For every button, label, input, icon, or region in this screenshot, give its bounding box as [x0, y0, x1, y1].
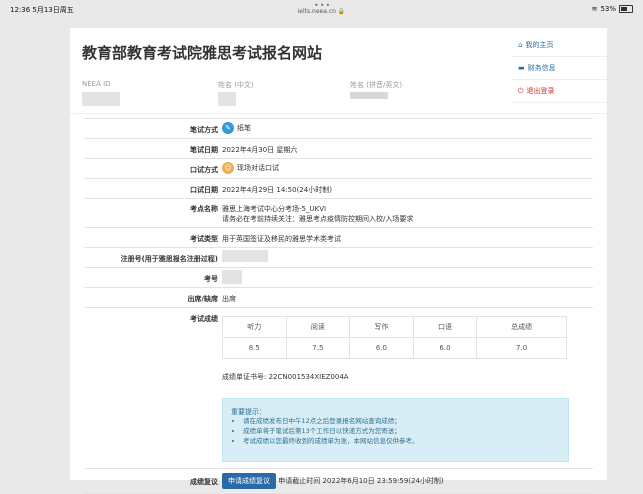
row-test-type: 考试类型 用于英国签证及移民的雅思学术类考试 — [84, 228, 593, 248]
written-mode-label: 笔试方式 — [190, 126, 218, 134]
logout-link[interactable]: ⏻ 退出登录 — [511, 80, 607, 103]
row-candidate-no: 考号 — [84, 268, 593, 288]
test-type-label: 考试类型 — [190, 235, 218, 243]
header: 教育部教育考试院雅思考试报名网站 NEEA ID 姓名 (中文) 姓名 (拼音/… — [70, 28, 607, 114]
score-header: 总成绩 — [476, 316, 567, 338]
name-en-label: 姓名 (拼音/英文) — [350, 81, 403, 89]
speaking-date-label: 口试日期 — [190, 186, 218, 194]
score-header-row: 听力 阅读 写作 口语 总成绩 — [222, 316, 567, 338]
battery-icon — [619, 5, 633, 13]
page-title: 教育部教育考试院雅思考试报名网站 — [82, 44, 323, 62]
written-date-label: 笔试日期 — [190, 146, 218, 154]
my-home-link[interactable]: ⌂ 我的主页 — [511, 34, 607, 57]
score-value: 6.0 — [412, 337, 478, 359]
row-results: 考试成绩 听力 阅读 写作 口语 总成绩 8.5 7.5 6.0 6.0 7.0… — [84, 308, 593, 469]
review-deadline: 申请截止时间 2022年6月10日 23:59:59(24小时制) — [278, 477, 444, 485]
candidate-no-label: 考号 — [204, 275, 218, 283]
score-header: 阅读 — [285, 316, 351, 338]
score-value: 6.0 — [349, 337, 414, 359]
written-mode-value: ✎ 纸笔 — [222, 122, 251, 134]
row-written-date: 笔试日期 2022年4月30日 星期六 — [84, 139, 593, 159]
attendance-label: 出席/缺席 — [187, 295, 218, 303]
logout-label: 退出登录 — [526, 87, 555, 95]
status-bar: 12:36 5月13日周五 ••• ielts.neea.cn 🔒 ≋ 53% — [0, 0, 643, 18]
name-cn-redacted — [218, 92, 236, 106]
name-en-redacted — [350, 92, 388, 99]
notice-list: 请在成绩发布日中午12点之后登录报名网站查询成绩； 成绩单将于笔试后第13个工作… — [231, 416, 419, 446]
row-venue: 考点名称 雅思上海考试中心分考场-5_UKVI 请务必在考前持续关注：雅思考点疫… — [84, 199, 593, 228]
results-label: 考试成绩 — [190, 315, 218, 323]
score-header: 口语 — [412, 316, 478, 338]
finance-link[interactable]: ▬ 财务信息 — [511, 57, 607, 80]
page: 教育部教育考试院雅思考试报名网站 NEEA ID 姓名 (中文) 姓名 (拼音/… — [70, 28, 607, 494]
score-header: 听力 — [222, 316, 287, 338]
finance-label: 财务信息 — [527, 64, 556, 72]
certificate-number: 成绩单证书号: 22CN001534XIEZ004A — [222, 373, 349, 381]
score-value: 7.0 — [476, 337, 567, 359]
person-icon: ☺ — [222, 162, 234, 174]
row-written-mode: 笔试方式 ✎ 纸笔 — [84, 119, 593, 139]
written-date-value: 2022年4月30日 星期六 — [222, 146, 298, 154]
score-table: 听力 阅读 写作 口语 总成绩 8.5 7.5 6.0 6.0 7.0 — [222, 316, 567, 359]
wallet-icon: ▬ — [518, 64, 525, 72]
notice-item: 考试成绩以您最终收到的成绩单为准，本网站信息仅供参考。 — [243, 436, 419, 446]
exam-details-table: 笔试方式 ✎ 纸笔 笔试日期 2022年4月30日 星期六 口试方式 ☺ 现场对话口… — [84, 118, 593, 494]
important-notice: 重要提示： 请在成绩发布日中午12点之后登录报名网站查询成绩； 成绩单将于笔试后… — [222, 398, 569, 462]
address-bar[interactable]: ielts.neea.cn 🔒 — [0, 8, 643, 15]
speaking-mode-value: ☺ 现场对话口试 — [222, 162, 279, 174]
battery-percent: 53% — [600, 5, 616, 13]
speaking-mode-label: 口试方式 — [190, 166, 218, 174]
pencil-icon: ✎ — [222, 122, 234, 134]
wifi-icon: ≋ — [591, 5, 598, 13]
notice-item: 请在成绩发布日中午12点之后登录报名网站查询成绩； — [243, 416, 419, 426]
speaking-mode-text: 现场对话口试 — [237, 164, 279, 172]
neea-id-redacted — [82, 92, 120, 106]
score-value-row: 8.5 7.5 6.0 6.0 7.0 — [222, 337, 567, 359]
notice-item: 成绩单将于笔试后第13个工作日以快递方式为您寄送； — [243, 426, 419, 436]
lock-icon: 🔒 — [337, 8, 346, 15]
score-value: 8.5 — [222, 337, 287, 359]
speaking-date-value: 2022年4月29日 14:50(24小时制) — [222, 186, 332, 194]
status-right: ≋ 53% — [592, 5, 633, 13]
row-speaking-mode: 口试方式 ☺ 现场对话口试 — [84, 159, 593, 179]
review-value: 申请成绩复议 申请截止时间 2022年6月10日 23:59:59(24小时制) — [222, 473, 444, 489]
review-label: 成绩复议 — [190, 478, 218, 486]
attendance-value: 出席 — [222, 295, 236, 303]
row-reg-no: 注册号(用于雅思报名注册过程) — [84, 248, 593, 268]
apply-review-button[interactable]: 申请成绩复议 — [222, 473, 276, 489]
reg-no-label: 注册号(用于雅思报名注册过程) — [120, 255, 218, 263]
power-icon: ⏻ — [518, 87, 524, 95]
score-value: 7.5 — [285, 337, 351, 359]
reg-no-redacted — [222, 250, 268, 262]
side-links: ⌂ 我的主页 ▬ 财务信息 ⏻ 退出登录 — [511, 34, 607, 103]
my-home-label: 我的主页 — [525, 41, 554, 49]
written-mode-text: 纸笔 — [237, 124, 251, 132]
neea-id-label: NEEA ID — [82, 80, 111, 88]
venue-link[interactable]: 雅思上海考试中心分考场-5_UKVI — [222, 204, 326, 214]
home-icon: ⌂ — [518, 41, 523, 49]
name-cn-label: 姓名 (中文) — [218, 81, 254, 89]
score-header: 写作 — [349, 316, 414, 338]
venue-notice-link[interactable]: 请务必在考前持续关注：雅思考点疫情防控期间入校/入场要求 — [222, 214, 413, 224]
venue-label: 考点名称 — [190, 205, 218, 213]
row-review: 成绩复议 申请成绩复议 申请截止时间 2022年6月10日 23:59:59(2… — [84, 469, 593, 494]
candidate-no-redacted — [222, 270, 242, 284]
row-speaking-date: 口试日期 2022年4月29日 14:50(24小时制) — [84, 179, 593, 199]
test-type-value: 用于英国签证及移民的雅思学术类考试 — [222, 235, 341, 243]
row-attendance: 出席/缺席 出席 — [84, 288, 593, 308]
address-text: ielts.neea.cn — [297, 8, 336, 15]
